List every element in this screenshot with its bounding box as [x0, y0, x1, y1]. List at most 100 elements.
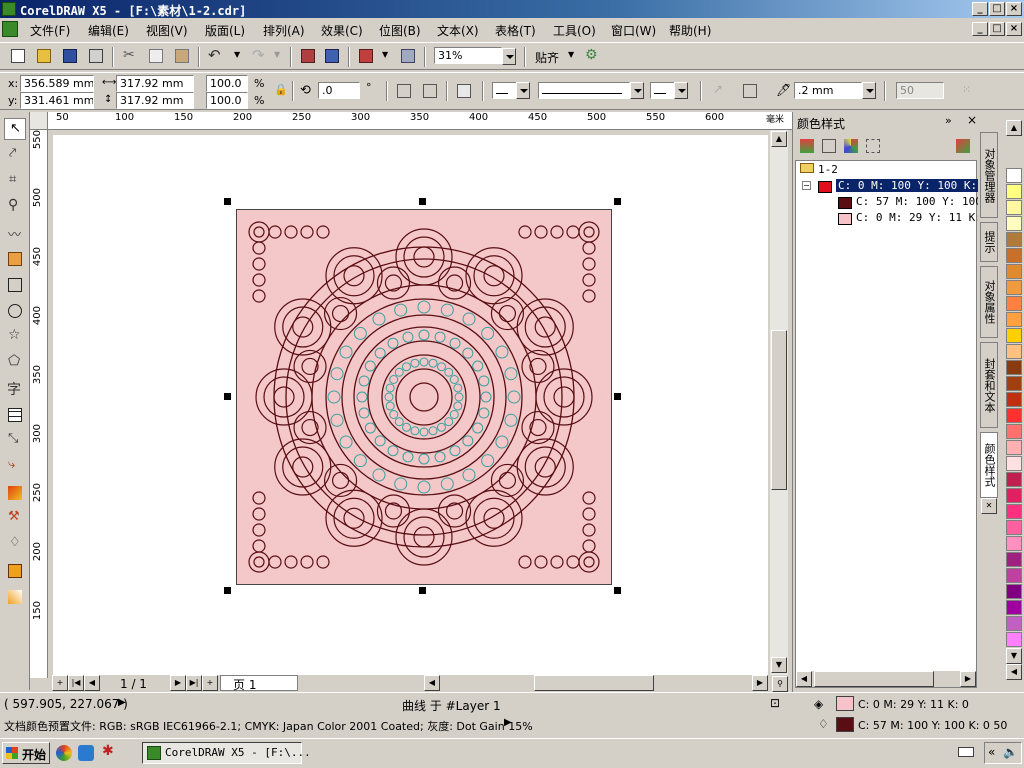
connector-tool[interactable]: ⤷ [4, 456, 26, 478]
palette-color-swatch[interactable] [1006, 536, 1022, 551]
doc-minimize-button[interactable]: _ [972, 22, 988, 36]
lock-ratio-button[interactable]: 🔒 [270, 81, 290, 101]
tree-item-child-dark[interactable]: C: 57 M: 100 Y: 100 K: 0 [834, 195, 1015, 211]
palette-color-swatch[interactable] [1006, 360, 1022, 375]
palette-color-swatch[interactable] [1006, 312, 1022, 327]
tab-color-styles[interactable]: 颜色样式 [980, 432, 998, 498]
color-harmony-button[interactable] [863, 136, 883, 156]
tree-collapse-icon[interactable]: − [802, 181, 811, 190]
table-tool[interactable] [4, 404, 26, 426]
no-color-swatch[interactable] [1006, 168, 1022, 183]
menu-arrange[interactable]: 排列(A) [263, 22, 305, 39]
export-button[interactable] [322, 46, 342, 66]
undo-button[interactable]: ↶ [206, 46, 226, 66]
palette-color-swatch[interactable] [1006, 200, 1022, 215]
menu-effects[interactable]: 效果(C) [321, 22, 363, 39]
text-tool[interactable]: 字 [4, 378, 26, 400]
fill-tool[interactable] [4, 560, 26, 582]
cut-button[interactable]: ✂ [120, 46, 140, 66]
mirror-horizontal-button[interactable] [394, 81, 414, 101]
last-page-button[interactable]: ▶| [186, 675, 202, 691]
end-arrow-dropdown[interactable] [674, 82, 688, 99]
doc-restore-button[interactable]: □ [989, 22, 1005, 36]
import-button[interactable] [298, 46, 318, 66]
outline-width-field[interactable]: .2 mm [794, 82, 862, 99]
height-field[interactable]: 317.92 mm [116, 92, 194, 109]
palette-color-swatch[interactable] [1006, 344, 1022, 359]
status-expand-icon[interactable]: ▶ [118, 697, 126, 708]
interactive-fill-tool[interactable] [4, 586, 26, 608]
selection-handle-ne[interactable] [614, 198, 621, 205]
open-button[interactable] [34, 46, 54, 66]
width-field[interactable]: 317.92 mm [116, 75, 194, 92]
crop-tool[interactable]: ⌗ [4, 170, 26, 192]
menu-bitmaps[interactable]: 位图(B) [379, 22, 421, 39]
menu-edit[interactable]: 编辑(E) [88, 22, 129, 39]
smoothing-field[interactable]: 50 [896, 82, 944, 99]
docker-scroll-right[interactable]: ▶ [960, 671, 976, 687]
lace-pattern-object[interactable] [236, 209, 612, 585]
new-button[interactable] [8, 46, 28, 66]
scale-x-field[interactable]: 100.0 [206, 75, 248, 92]
undo-dropdown[interactable]: ▼ [230, 46, 250, 66]
scroll-left-button[interactable]: ◀ [424, 675, 440, 691]
welcome-screen-button[interactable] [398, 46, 418, 66]
palette-color-swatch[interactable] [1006, 440, 1022, 455]
zoom-dropdown[interactable] [502, 48, 516, 65]
menu-layout[interactable]: 版面(L) [205, 22, 245, 39]
close-button[interactable]: × [1006, 2, 1022, 16]
palette-color-swatch[interactable] [1006, 408, 1022, 423]
palette-color-swatch[interactable] [1006, 584, 1022, 599]
shape-tool[interactable]: ⤤ [4, 144, 26, 166]
align-distribute-button[interactable] [454, 81, 474, 101]
wrap-text-button[interactable] [740, 81, 760, 101]
profile-expand-icon[interactable]: ▶ [504, 717, 512, 728]
doc-close-button[interactable]: × [1006, 22, 1022, 36]
add-page-button[interactable]: + [52, 675, 68, 691]
ellipse-tool[interactable] [4, 300, 26, 322]
redo-dropdown[interactable]: ▼ [270, 46, 290, 66]
selection-handle-n[interactable] [419, 198, 426, 205]
selection-handle-s[interactable] [419, 587, 426, 594]
menu-table[interactable]: 表格(T) [495, 22, 536, 39]
docker-scroll-thumb[interactable] [814, 671, 934, 687]
navigator-button[interactable]: ⚲ [772, 676, 788, 692]
next-page-button[interactable]: ▶ [170, 675, 186, 691]
freehand-tool[interactable]: 〰 [4, 222, 26, 244]
end-arrow-field[interactable] [650, 82, 676, 99]
dimension-tool[interactable]: ⤡ [4, 430, 26, 452]
paste-button[interactable] [172, 46, 192, 66]
menu-window[interactable]: 窗口(W) [611, 22, 656, 39]
prev-page-button[interactable]: ◀ [84, 675, 100, 691]
start-arrow-field[interactable] [492, 82, 518, 99]
palette-color-swatch[interactable] [1006, 296, 1022, 311]
scroll-up-button[interactable]: ▲ [771, 131, 787, 147]
polygon-tool[interactable]: ☆ [4, 326, 26, 348]
palette-color-swatch[interactable] [1006, 472, 1022, 487]
line-style-field[interactable] [538, 82, 630, 99]
start-button[interactable]: 开始 [2, 742, 50, 764]
palette-color-swatch[interactable] [1006, 376, 1022, 391]
outline-tool[interactable]: ♢ [4, 534, 26, 556]
zoom-tool[interactable]: ⚲ [4, 196, 26, 218]
palette-color-swatch[interactable] [1006, 184, 1022, 199]
ruler-origin[interactable] [30, 112, 48, 130]
smart-fill-tool[interactable] [4, 248, 26, 270]
auto-create-styles-button[interactable] [841, 136, 861, 156]
tab-object-properties[interactable]: 对象属性 [980, 266, 998, 338]
eyedropper-tool[interactable]: ⚒ [4, 508, 26, 530]
palette-color-swatch[interactable] [1006, 552, 1022, 567]
selection-handle-w[interactable] [224, 393, 231, 400]
taskbar-coreldraw-task[interactable]: CorelDRAW X5 - [F:\... [142, 742, 311, 764]
scale-y-field[interactable]: 100.0 [206, 92, 248, 109]
horizontal-ruler[interactable]: 50 100 150 200 250 300 350 400 450 500 5… [30, 112, 792, 130]
menu-help[interactable]: 帮助(H) [669, 22, 711, 39]
palette-color-swatch[interactable] [1006, 216, 1022, 231]
palette-color-swatch[interactable] [1006, 328, 1022, 343]
palette-color-swatch[interactable] [1006, 520, 1022, 535]
scroll-down-button[interactable]: ▼ [771, 657, 787, 673]
selection-handle-e[interactable] [614, 393, 621, 400]
app-launcher-dropdown[interactable]: ▼ [378, 46, 398, 66]
first-page-button[interactable]: |◀ [68, 675, 84, 691]
tree-item-child-light[interactable]: C: 0 M: 29 Y: 11 K: 0 [834, 211, 995, 227]
